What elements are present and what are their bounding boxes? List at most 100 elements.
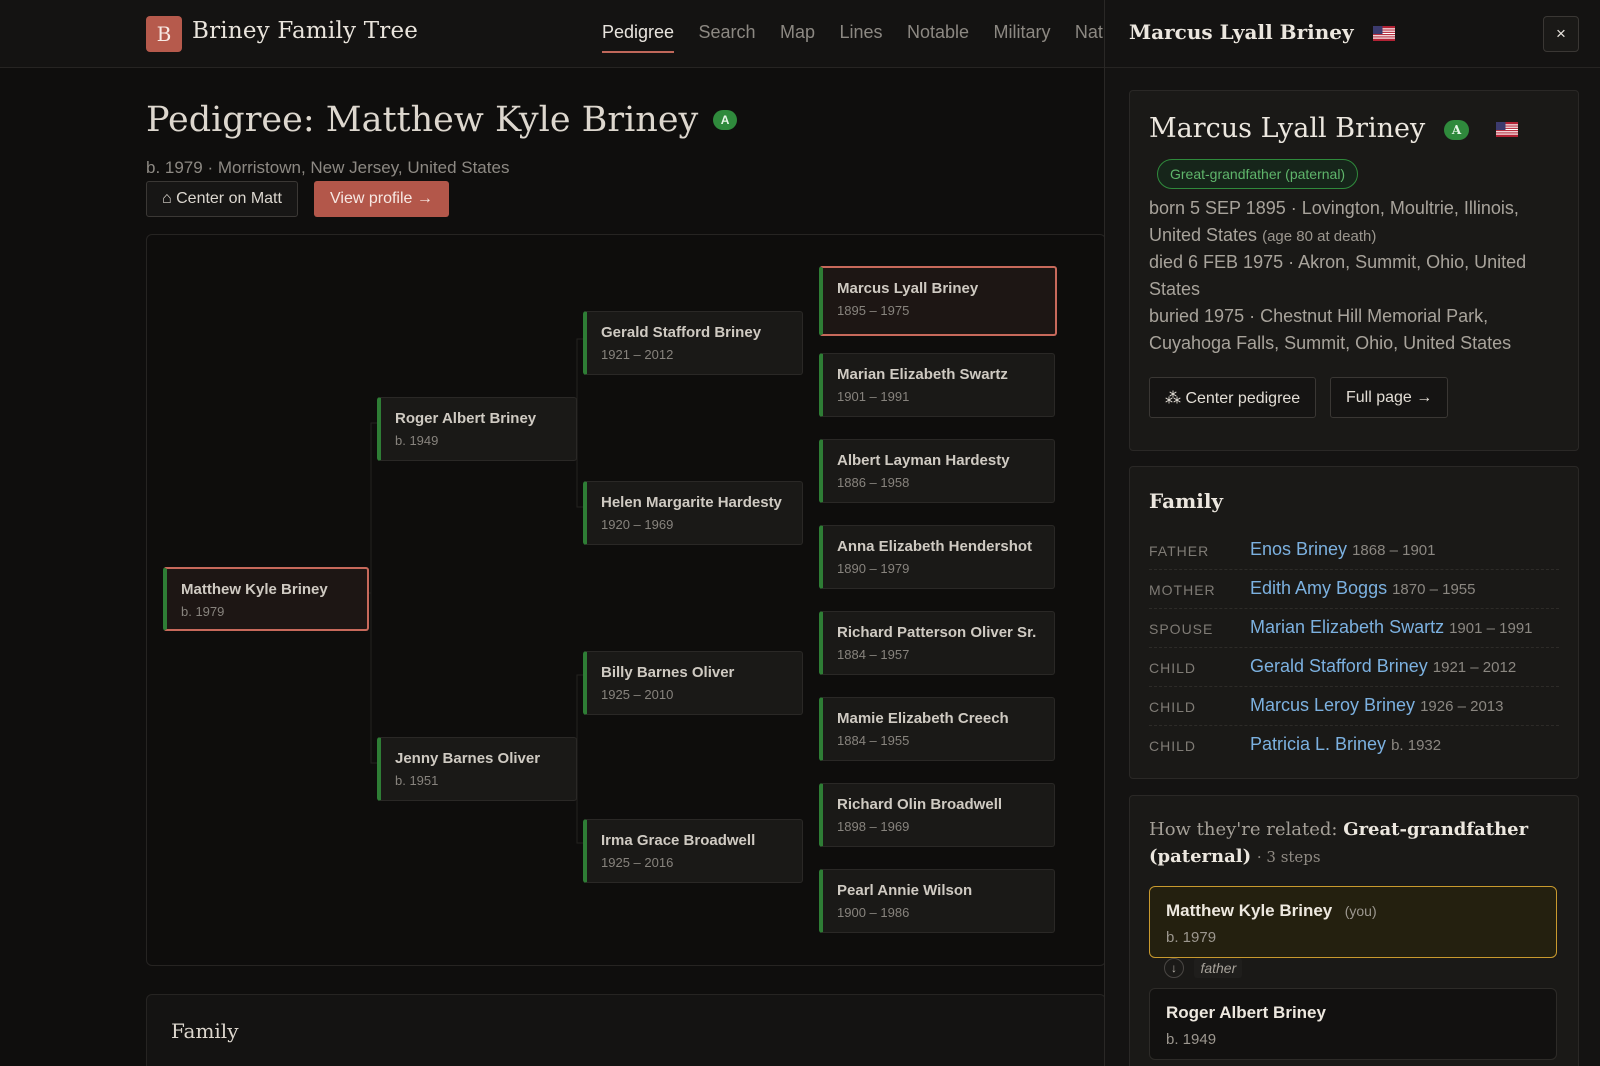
person-card-grandparent[interactable]: Gerald Stafford Briney 1921 – 2012 <box>583 311 803 375</box>
person-card-great-grandparent[interactable]: Pearl Annie Wilson 1900 – 1986 <box>819 869 1055 933</box>
person-name: Pearl Annie Wilson <box>837 882 973 899</box>
person-name: Richard Patterson Oliver Sr. <box>837 624 1037 641</box>
family-member-link[interactable]: Gerald Stafford Briney 1921 – 2012 <box>1250 656 1516 677</box>
person-name: Albert Layman Hardesty <box>837 452 1010 469</box>
chain-person-name: Roger Albert Briney <box>1166 1003 1326 1022</box>
family-row: Spouse Marian Elizabeth Swartz 1901 – 199… <box>1149 609 1559 648</box>
family-section: Family <box>146 994 1106 1066</box>
living-badge: A <box>1443 119 1470 140</box>
app-title[interactable]: Briney Family Tree <box>192 18 418 44</box>
pedigree-chart: Matthew Kyle Briney b. 1979 Roger Albert… <box>146 234 1106 966</box>
living-badge: A <box>712 110 738 130</box>
death-info: died 6 FEB 1975 · Akron, Summit, Ohio, U… <box>1149 252 1527 299</box>
person-dates: 1895 – 1975 <box>837 303 910 318</box>
person-dates: 1898 – 1969 <box>837 819 910 834</box>
family-role: Mother <box>1149 582 1216 598</box>
person-card-great-grandparent[interactable]: Marian Elizabeth Swartz 1901 – 1991 <box>819 353 1055 417</box>
nav-map[interactable]: Map <box>780 22 815 51</box>
person-card-grandparent[interactable]: Irma Grace Broadwell 1925 – 2016 <box>583 819 803 883</box>
relationship-steps: · 3 steps <box>1256 848 1321 866</box>
family-row: Father Enos Briney 1868 – 1901 <box>1149 531 1559 570</box>
family-role: Child <box>1149 660 1197 676</box>
person-card-great-grandparent-selected[interactable]: Marcus Lyall Briney 1895 – 1975 <box>819 266 1057 336</box>
person-dates: 1884 – 1955 <box>837 733 910 748</box>
profile-card: Marcus Lyall Briney A Great-grandfather … <box>1129 90 1579 451</box>
person-card-grandparent[interactable]: Billy Barnes Oliver 1925 – 2010 <box>583 651 803 715</box>
person-card-mother[interactable]: Jenny Barnes Oliver b. 1951 <box>377 737 577 801</box>
you-label: (you) <box>1344 903 1377 919</box>
main-nav: Pedigree Search Map Lines Notable Milita… <box>602 22 1123 53</box>
center-on-subject-button[interactable]: ⌂ Center on Matt <box>146 181 298 217</box>
relationship-card: How they're related: Great-grandfather (… <box>1129 795 1579 1066</box>
chain-person-dates: b. 1979 <box>1166 929 1217 946</box>
family-row: Mother Edith Amy Boggs 1870 – 1955 <box>1149 570 1559 609</box>
person-name: Mamie Elizabeth Creech <box>837 710 1009 727</box>
arrow-down-icon: ↓ <box>1164 958 1184 978</box>
chain-person-name: Matthew Kyle Briney <box>1166 901 1333 920</box>
person-dates: 1920 – 1969 <box>601 517 674 532</box>
family-row: Child Patricia L. Briney b. 1932 <box>1149 726 1559 765</box>
page-title-row: Pedigree: Matthew Kyle Briney A <box>146 100 738 140</box>
person-name: Marian Elizabeth Swartz <box>837 366 1008 383</box>
person-card-grandparent[interactable]: Helen Margarite Hardesty 1920 – 1969 <box>583 481 803 545</box>
person-dates: b. 1951 <box>395 773 439 788</box>
step-relation-label: father <box>1194 958 1243 978</box>
family-row: Child Gerald Stafford Briney 1921 – 2012 <box>1149 648 1559 687</box>
full-page-button[interactable]: Full page → <box>1330 377 1449 418</box>
family-row: Child Marcus Leroy Briney 1926 – 2013 <box>1149 687 1559 726</box>
close-button[interactable]: × <box>1543 16 1579 52</box>
nav-search[interactable]: Search <box>699 22 756 51</box>
nav-pedigree[interactable]: Pedigree <box>602 22 675 53</box>
person-name: Richard Olin Broadwell <box>837 796 1003 813</box>
nav-nat[interactable]: Nat <box>1075 22 1103 51</box>
family-role: Father <box>1149 543 1210 559</box>
subject-meta: b. 1979 · Morristown, New Jersey, United… <box>146 158 510 177</box>
age-at-death: (age 80 at death) <box>1262 228 1377 245</box>
burial-info: buried 1975 · Chestnut Hill Memorial Par… <box>1149 306 1512 353</box>
birth-info: born 5 SEP 1895 · Lovington, Moultrie, I… <box>1149 195 1559 250</box>
view-profile-button[interactable]: View profile → <box>314 181 449 217</box>
center-pedigree-button[interactable]: ⁂ Center pedigree <box>1149 377 1317 418</box>
person-name: Gerald Stafford Briney <box>601 324 762 341</box>
person-dates: 1900 – 1986 <box>837 905 910 920</box>
person-dates: 1886 – 1958 <box>837 475 910 490</box>
person-card-great-grandparent[interactable]: Richard Olin Broadwell 1898 – 1969 <box>819 783 1055 847</box>
page-title: Pedigree: Matthew Kyle Briney <box>146 100 699 140</box>
profile-name-row: Marcus Lyall Briney A <box>1149 113 1518 144</box>
profile-name: Marcus Lyall Briney <box>1149 113 1426 144</box>
nav-notable[interactable]: Notable <box>907 22 969 51</box>
nav-military[interactable]: Military <box>993 22 1050 51</box>
drawer-title: Marcus Lyall Briney <box>1129 20 1395 44</box>
us-flag-icon <box>1372 26 1395 41</box>
person-name: Marcus Lyall Briney <box>837 280 979 297</box>
family-member-link[interactable]: Enos Briney 1868 – 1901 <box>1250 539 1435 560</box>
family-member-link[interactable]: Marian Elizabeth Swartz 1901 – 1991 <box>1250 617 1533 638</box>
person-name: Roger Albert Briney <box>395 410 537 427</box>
person-name: Irma Grace Broadwell <box>601 832 756 849</box>
person-card-subject[interactable]: Matthew Kyle Briney b. 1979 <box>163 567 369 631</box>
person-card-great-grandparent[interactable]: Anna Elizabeth Hendershot 1890 – 1979 <box>819 525 1055 589</box>
person-card-great-grandparent[interactable]: Richard Patterson Oliver Sr. 1884 – 1957 <box>819 611 1055 675</box>
relation-badge: Great-grandfather (paternal) <box>1157 159 1359 189</box>
person-card-father[interactable]: Roger Albert Briney b. 1949 <box>377 397 577 461</box>
drawer-header: Marcus Lyall Briney × <box>1105 0 1600 68</box>
family-member-link[interactable]: Patricia L. Briney b. 1932 <box>1250 734 1441 755</box>
family-title: Family <box>1149 489 1224 513</box>
chain-person[interactable]: Roger Albert Briney b. 1949 <box>1149 988 1557 1060</box>
person-dates: 1921 – 2012 <box>601 347 674 362</box>
family-member-link[interactable]: Marcus Leroy Briney 1926 – 2013 <box>1250 695 1503 716</box>
person-dates: 1890 – 1979 <box>837 561 910 576</box>
person-card-great-grandparent[interactable]: Albert Layman Hardesty 1886 – 1958 <box>819 439 1055 503</box>
person-drawer: Marcus Lyall Briney × Marcus Lyall Brine… <box>1104 0 1600 1066</box>
person-name: Billy Barnes Oliver <box>601 664 735 681</box>
family-member-link[interactable]: Edith Amy Boggs 1870 – 1955 <box>1250 578 1476 599</box>
chain-person-you[interactable]: Matthew Kyle Briney (you) b. 1979 <box>1149 886 1557 958</box>
us-flag-icon <box>1495 122 1518 137</box>
chain-step: ↓ father <box>1164 958 1243 980</box>
person-card-great-grandparent[interactable]: Mamie Elizabeth Creech 1884 – 1955 <box>819 697 1055 761</box>
family-section-title: Family <box>171 1019 239 1043</box>
nav-lines[interactable]: Lines <box>839 22 882 51</box>
person-name: Helen Margarite Hardesty <box>601 494 782 511</box>
person-name: Matthew Kyle Briney <box>181 581 328 598</box>
logo[interactable]: B <box>146 16 182 52</box>
